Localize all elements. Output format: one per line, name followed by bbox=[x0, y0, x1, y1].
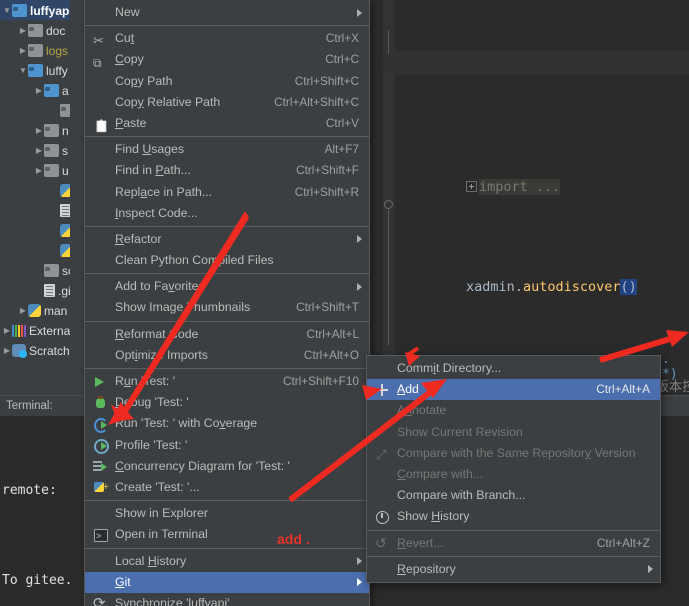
annotation-add-label: add . bbox=[277, 531, 310, 547]
annotation-arrows bbox=[108, 211, 689, 503]
